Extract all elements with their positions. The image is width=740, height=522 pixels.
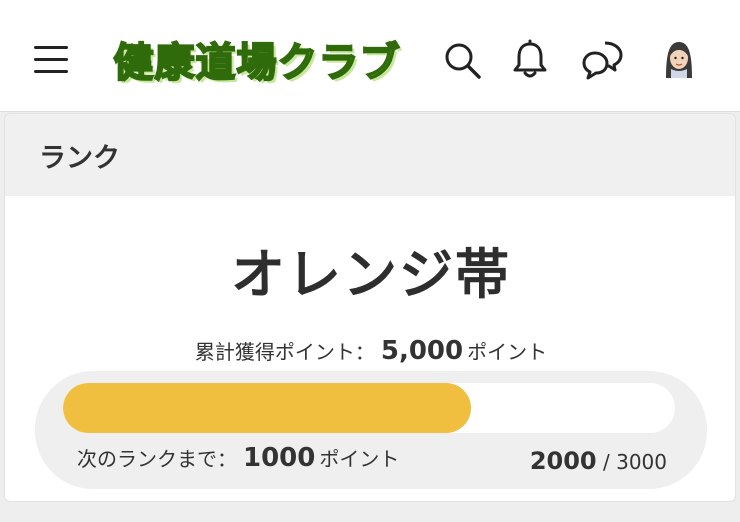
- rank-progress-card: 次のランクまで： 1000 ポイント 2000 / 3000: [35, 371, 707, 489]
- search-icon: [445, 43, 481, 79]
- total-points-label: 累計獲得ポイント：: [194, 340, 375, 364]
- total-points-value: 5,000: [380, 336, 464, 366]
- rank-panel: ランク オレンジ帯 累計獲得ポイント： 5,000 ポイント 次のランクまで： 100…: [4, 113, 736, 502]
- user-avatar[interactable]: [657, 38, 701, 82]
- rank-progress-fill: [63, 383, 472, 433]
- search-button[interactable]: [440, 38, 484, 82]
- notification-button[interactable]: [508, 38, 552, 82]
- next-rank-unit: ポイント: [319, 447, 400, 471]
- chat-button[interactable]: [581, 38, 625, 82]
- menu-icon-bar: [34, 46, 68, 49]
- progress-current: 2000: [529, 447, 597, 475]
- progress-total: 3000: [616, 450, 667, 474]
- app-header: 健康道場クラブ: [0, 0, 740, 112]
- next-rank-info: 次のランクまで： 1000 ポイント: [77, 443, 399, 473]
- site-logo[interactable]: 健康道場クラブ: [104, 30, 410, 88]
- rank-panel-header: ランク: [5, 114, 735, 196]
- bell-icon: [513, 39, 547, 78]
- rank-panel-title: ランク: [39, 142, 120, 174]
- next-rank-value: 1000: [243, 443, 316, 473]
- total-points-unit: ポイント: [467, 340, 548, 364]
- chat-icon: [582, 41, 623, 80]
- current-rank-name: オレンジ帯: [231, 243, 511, 306]
- logo-text: 健康道場クラブ: [113, 39, 401, 87]
- menu-button[interactable]: [30, 40, 72, 76]
- progress-separator: /: [602, 450, 610, 474]
- menu-icon-bar: [34, 58, 68, 61]
- total-points: 累計獲得ポイント： 5,000 ポイント: [5, 336, 735, 366]
- rank-progress-track: [63, 383, 675, 433]
- menu-icon-bar: [34, 70, 68, 73]
- progress-count: 2000 / 3000: [530, 447, 667, 475]
- next-rank-label: 次のランクまで：: [77, 447, 237, 471]
- avatar-icon: [666, 42, 692, 78]
